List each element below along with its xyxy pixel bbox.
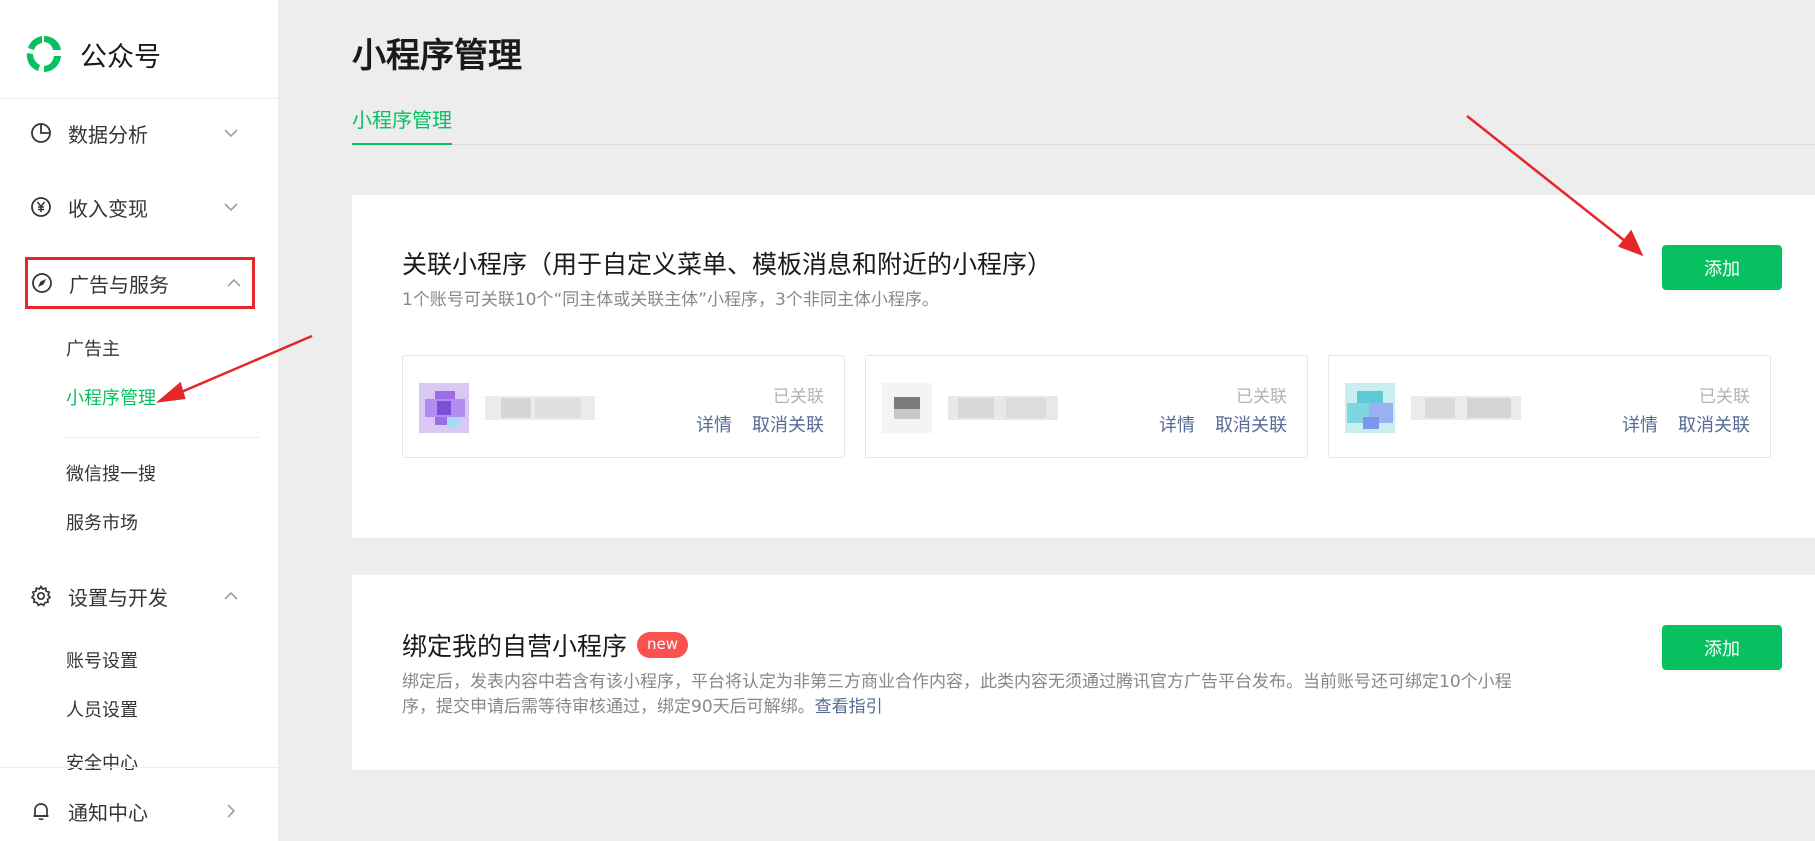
sidebar-item-miniprogram-manage[interactable]: 小程序管理 <box>66 385 156 413</box>
unlink-link[interactable]: 取消关联 <box>752 411 824 437</box>
sidebar-item-advertiser[interactable]: 广告主 <box>66 336 120 364</box>
view-guide-link[interactable]: 查看指引 <box>815 697 883 717</box>
unlink-link[interactable]: 取消关联 <box>1678 411 1750 437</box>
brand[interactable]: 公众号 <box>24 34 161 74</box>
brand-name: 公众号 <box>80 41 161 73</box>
bind-desc-line2-row: 序，提交申请后需等待审核通过，绑定90天后可解绑。查看指引 <box>402 695 1582 720</box>
sidebar-group-label: 设置与开发 <box>68 585 168 610</box>
linked-miniprogram-item: 已关联 详情 取消关联 <box>402 355 845 458</box>
sidebar-group-data-analysis[interactable]: 数据分析 <box>28 111 250 155</box>
sidebar-group-ads-services[interactable]: 广告与服务 <box>25 257 255 309</box>
unlink-link[interactable]: 取消关联 <box>1215 411 1287 437</box>
linked-miniprogram-item: 已关联 详情 取消关联 <box>865 355 1308 458</box>
bind-section-title-row: 绑定我的自营小程序 new <box>402 627 689 663</box>
miniprogram-avatar-pixelated <box>882 383 932 433</box>
detail-link[interactable]: 详情 <box>696 411 732 437</box>
item-actions: 详情 取消关联 <box>1159 411 1287 437</box>
sidebar-divider <box>0 767 278 768</box>
miniprogram-avatar-pixelated <box>1345 383 1395 433</box>
detail-link[interactable]: 详情 <box>1159 411 1195 437</box>
tab-active-indicator <box>352 143 452 145</box>
compass-icon <box>29 270 55 296</box>
linked-miniprogram-card: 关联小程序（用于自定义菜单、模板消息和附近的小程序） 1个账号可关联10个“同主… <box>352 195 1815 538</box>
sidebar-item-service-market[interactable]: 服务市场 <box>66 510 138 538</box>
detail-link[interactable]: 详情 <box>1622 411 1658 437</box>
linked-section-desc: 1个账号可关联10个“同主体或关联主体”小程序，3个非同主体小程序。 <box>402 290 939 310</box>
linked-status: 已关联 <box>1236 387 1287 407</box>
miniprogram-name-pixelated <box>948 396 1058 420</box>
sidebar-group-monetization[interactable]: 收入变现 <box>28 185 250 229</box>
item-actions: 详情 取消关联 <box>696 411 824 437</box>
miniprogram-avatar-pixelated <box>419 383 469 433</box>
sidebar-group-label: 通知中心 <box>68 800 148 825</box>
bind-desc-line1: 绑定后，发表内容中若含有该小程序，平台将认定为非第三方商业合作内容，此类内容无须… <box>402 672 1512 692</box>
bind-desc-line2: 序，提交申请后需等待审核通过，绑定90天后可解绑。 <box>402 697 815 717</box>
app-root: 公众号 数据分析 收入变现 广告与服务 广告主 小程序管理 微信搜一搜 服务市场… <box>0 0 1815 841</box>
miniprogram-name-pixelated <box>485 396 595 420</box>
tab-bar: 小程序管理 <box>352 98 1815 145</box>
pie-chart-icon <box>28 120 54 146</box>
chevron-up-icon <box>224 591 238 600</box>
chevron-down-icon <box>224 129 238 138</box>
wechat-official-logo-icon <box>26 36 61 72</box>
sidebar-group-label: 数据分析 <box>68 122 148 147</box>
linked-miniprogram-item: 已关联 详情 取消关联 <box>1328 355 1771 458</box>
bind-section-desc: 绑定后，发表内容中若含有该小程序，平台将认定为非第三方商业合作内容，此类内容无须… <box>402 670 1582 720</box>
linked-status: 已关联 <box>773 387 824 407</box>
linked-status: 已关联 <box>1699 387 1750 407</box>
bind-section-title: 绑定我的自营小程序 <box>402 632 628 661</box>
tab-miniprogram-manage[interactable]: 小程序管理 <box>352 104 452 133</box>
sidebar-group-label: 收入变现 <box>68 196 148 221</box>
chevron-right-icon <box>227 804 236 818</box>
gear-icon <box>28 583 54 609</box>
bell-icon <box>28 798 54 824</box>
add-linked-miniprogram-button[interactable]: 添加 <box>1662 245 1782 290</box>
sidebar-group-label: 广告与服务 <box>69 272 169 297</box>
sidebar-divider <box>0 98 278 99</box>
sidebar: 公众号 数据分析 收入变现 广告与服务 广告主 小程序管理 微信搜一搜 服务市场… <box>0 0 278 841</box>
add-self-miniprogram-button[interactable]: 添加 <box>1662 625 1782 670</box>
linked-section-title: 关联小程序（用于自定义菜单、模板消息和附近的小程序） <box>402 250 1053 279</box>
sidebar-item-account-settings[interactable]: 账号设置 <box>66 648 138 676</box>
sidebar-group-notifications[interactable]: 通知中心 <box>28 789 250 833</box>
sidebar-group-settings-dev[interactable]: 设置与开发 <box>28 574 250 618</box>
yen-icon <box>28 194 54 220</box>
new-badge: new <box>637 632 689 658</box>
page-title: 小程序管理 <box>352 36 522 76</box>
bind-self-miniprogram-card: 绑定我的自营小程序 new 绑定后，发表内容中若含有该小程序，平台将认定为非第三… <box>352 575 1815 770</box>
chevron-up-icon <box>227 278 241 287</box>
sidebar-item-wechat-search[interactable]: 微信搜一搜 <box>66 461 156 489</box>
chevron-down-icon <box>224 203 238 212</box>
sidebar-item-staff-settings[interactable]: 人员设置 <box>66 697 138 725</box>
sidebar-group-divider <box>64 437 260 438</box>
item-actions: 详情 取消关联 <box>1622 411 1750 437</box>
miniprogram-name-pixelated <box>1411 396 1521 420</box>
